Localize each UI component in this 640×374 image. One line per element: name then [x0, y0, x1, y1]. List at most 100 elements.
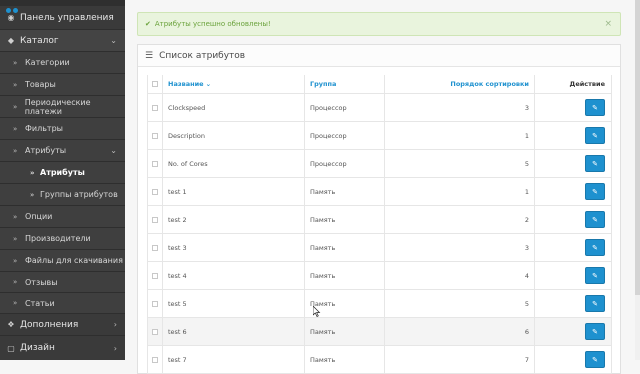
sidebar-item-attributes-group[interactable]: » Атрибуты ⌄	[0, 140, 125, 162]
attribute-group: Процессор	[310, 159, 347, 168]
sidebar-item-catalog[interactable]: ◆ Каталог ⌄	[0, 30, 125, 52]
sidebar-item-label: Производители	[25, 234, 91, 243]
sidebar-item-label: Дизайн	[20, 343, 55, 353]
edit-button[interactable]: ✎	[585, 239, 605, 256]
attribute-name-cell: Description	[163, 122, 305, 149]
attribute-name: test 3	[168, 243, 187, 252]
chevron-down-icon: ⌄	[110, 146, 117, 155]
sidebar-item-options[interactable]: » Опции	[0, 206, 125, 228]
sidebar-item-downloads[interactable]: » Файлы для скачивания	[0, 250, 125, 272]
row-checkbox[interactable]	[152, 132, 158, 139]
attribute-list-panel: ☰ Список атрибутов Название ⌄ Группа Поря…	[137, 44, 621, 374]
sort-caret-icon: ⌄	[205, 80, 212, 88]
sort-by-name[interactable]: Название ⌄	[163, 75, 305, 93]
main-content: ✔ Атрибуты успешно обновлены! × ☰ Список…	[125, 0, 640, 374]
sidebar-item-label: Группы атрибутов	[40, 190, 118, 199]
double-chevron-icon: »	[30, 168, 35, 177]
sort-order-cell: 1	[385, 122, 535, 149]
sidebar-item-articles[interactable]: » Статьи	[0, 293, 125, 314]
sidebar-item-dashboard[interactable]: ◉ Панель управления	[0, 6, 125, 30]
sidebar-item-label: Дополнения	[20, 319, 79, 330]
alert-close-button[interactable]: ×	[604, 19, 612, 29]
edit-button[interactable]: ✎	[585, 323, 605, 340]
pencil-icon: ✎	[592, 243, 598, 252]
row-select-cell	[147, 122, 163, 149]
edit-button[interactable]: ✎	[585, 267, 605, 284]
attribute-group: Память	[310, 187, 336, 196]
sidebar-item-categories[interactable]: » Категории	[0, 52, 125, 74]
action-cell: ✎	[535, 234, 612, 261]
sidebar-item-label: Панель управления	[20, 12, 114, 23]
sort-order: 4	[524, 271, 529, 280]
chevron-right-icon: ›	[113, 343, 117, 353]
row-select-cell	[147, 178, 163, 205]
row-checkbox[interactable]	[152, 328, 158, 335]
edit-button[interactable]: ✎	[585, 183, 605, 200]
double-chevron-icon: »	[13, 102, 18, 111]
row-checkbox[interactable]	[152, 300, 158, 307]
pencil-icon: ✎	[592, 131, 598, 140]
sort-order: 1	[524, 187, 529, 196]
edit-button[interactable]: ✎	[585, 155, 605, 172]
attribute-name-cell: test 5	[163, 290, 305, 317]
column-header-group: Группа	[310, 80, 337, 88]
sort-order-cell: 4	[385, 262, 535, 289]
sidebar-item-extensions[interactable]: ❖ Дополнения ›	[0, 314, 125, 336]
attribute-group: Процессор	[310, 103, 347, 112]
row-select-cell	[147, 234, 163, 261]
sidebar-item-products[interactable]: » Товары	[0, 74, 125, 96]
row-select-cell	[147, 150, 163, 177]
sort-by-order[interactable]: Порядок сортировки	[385, 75, 535, 93]
table-row: test 7 Память 7 ✎	[147, 346, 612, 374]
row-checkbox[interactable]	[152, 104, 158, 111]
sidebar-item-design[interactable]: ▢ Дизайн ›	[0, 336, 125, 360]
action-cell: ✎	[535, 318, 612, 345]
sort-order-cell: 5	[385, 150, 535, 177]
attribute-group: Память	[310, 271, 336, 280]
panel-title: Список атрибутов	[159, 50, 246, 61]
attribute-group-cell: Память	[305, 234, 385, 261]
action-cell: ✎	[535, 206, 612, 233]
row-checkbox[interactable]	[152, 188, 158, 195]
attribute-name-cell: test 6	[163, 318, 305, 345]
row-checkbox[interactable]	[152, 216, 158, 223]
page-scrollbar[interactable]	[635, 0, 640, 360]
row-checkbox[interactable]	[152, 160, 158, 167]
column-header-action: Действие	[569, 80, 605, 88]
row-checkbox[interactable]	[152, 244, 158, 251]
alert-text: Атрибуты успешно обновлены!	[154, 20, 271, 28]
edit-button[interactable]: ✎	[585, 99, 605, 116]
action-cell: ✎	[535, 150, 612, 177]
attribute-name-cell: No. of Cores	[163, 150, 305, 177]
row-select-cell	[147, 262, 163, 289]
action-cell: ✎	[535, 290, 612, 317]
edit-button[interactable]: ✎	[585, 211, 605, 228]
double-chevron-icon: »	[13, 124, 18, 133]
attribute-name: Clockspeed	[168, 103, 206, 112]
scrollbar-thumb[interactable]	[635, 0, 640, 295]
sidebar-item-manufacturers[interactable]: » Производители	[0, 228, 125, 250]
row-select-cell	[147, 94, 163, 121]
select-all-checkbox[interactable]	[152, 81, 158, 87]
edit-button[interactable]: ✎	[585, 295, 605, 312]
attribute-name-cell: test 3	[163, 234, 305, 261]
attribute-group-cell: Память	[305, 262, 385, 289]
sidebar-item-reviews[interactable]: » Отзывы	[0, 272, 125, 293]
sidebar-item-attributes[interactable]: » Атрибуты	[0, 162, 125, 184]
column-header-sort: Порядок сортировки	[450, 80, 529, 88]
row-checkbox[interactable]	[152, 272, 158, 279]
table-row: Description Процессор 1 ✎	[147, 122, 612, 150]
sidebar-item-label: Фильтры	[25, 124, 63, 133]
column-header-action-cell: Действие	[535, 75, 612, 93]
sidebar-item-filters[interactable]: » Фильтры	[0, 118, 125, 140]
select-all-cell	[147, 75, 163, 93]
double-chevron-icon: »	[13, 58, 18, 67]
edit-button[interactable]: ✎	[585, 127, 605, 144]
sort-by-group[interactable]: Группа	[305, 75, 385, 93]
sidebar-item-recurring[interactable]: » Периодические платежи	[0, 96, 125, 118]
monitor-icon: ▢	[7, 343, 15, 353]
sort-order-cell: 2	[385, 206, 535, 233]
sidebar-item-attribute-groups[interactable]: » Группы атрибутов	[0, 184, 125, 206]
sort-order-cell: 5	[385, 290, 535, 317]
attribute-name: test 6	[168, 327, 187, 336]
